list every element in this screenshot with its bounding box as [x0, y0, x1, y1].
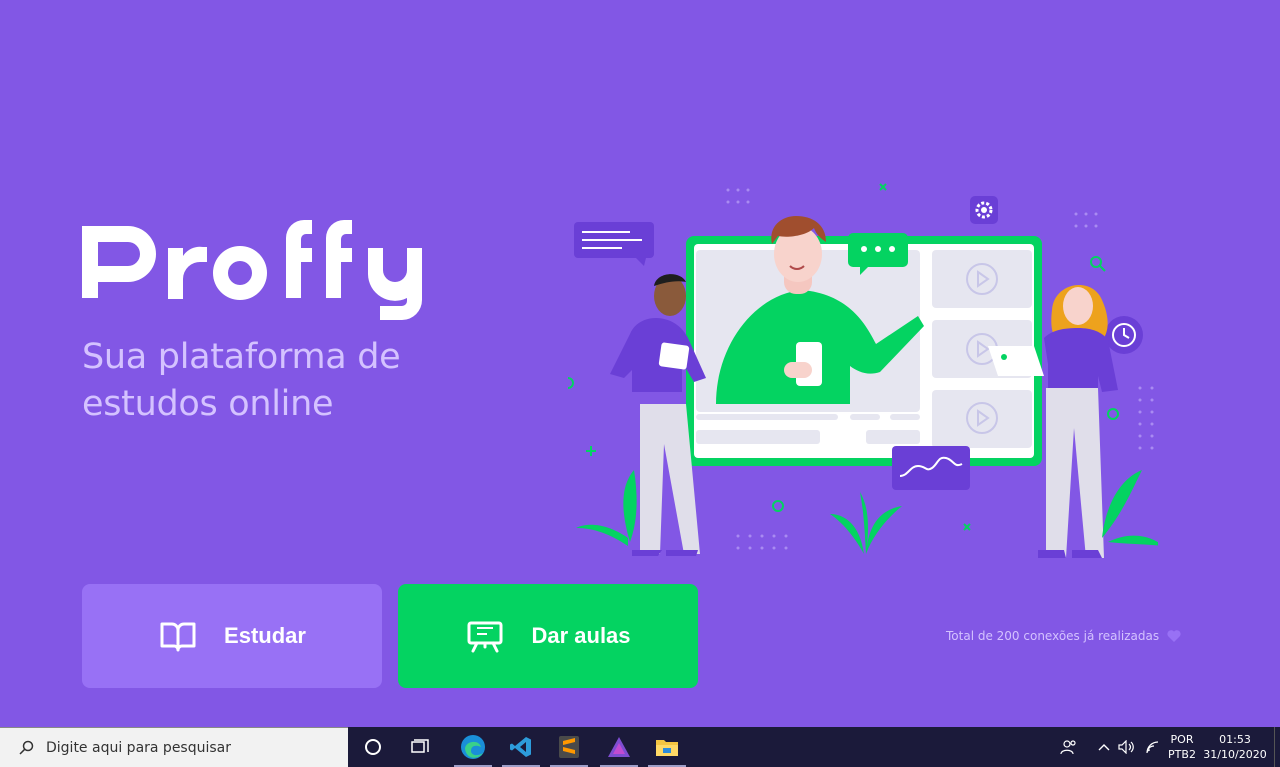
network-button[interactable] — [1142, 727, 1164, 767]
tagline: Sua plataforma de estudos online — [82, 334, 502, 428]
language-code: POR — [1170, 733, 1194, 746]
file-explorer-taskbar-button[interactable] — [644, 727, 690, 767]
search-icon — [19, 740, 34, 755]
total-connections: Total de 200 conexões já realizadas — [946, 627, 1196, 645]
taskbar-search-box[interactable]: Digite aqui para pesquisar — [0, 727, 348, 767]
taskbar-search-placeholder: Digite aqui para pesquisar — [46, 739, 232, 756]
study-button-label: Estudar — [224, 623, 306, 648]
cortana-icon — [365, 739, 381, 755]
tagline-line-2: estudos online — [82, 384, 334, 424]
show-hidden-icons-button[interactable] — [1094, 727, 1114, 767]
cortana-button[interactable] — [350, 727, 396, 767]
volume-button[interactable] — [1116, 727, 1138, 767]
tagline-line-1: Sua plataforma de — [82, 337, 401, 377]
study-button[interactable]: Estudar — [82, 584, 382, 688]
give-classes-button-label: Dar aulas — [531, 623, 631, 648]
proffy-logo — [82, 220, 422, 320]
total-connections-text: Total de 200 conexões já realizadas — [946, 629, 1160, 643]
show-desktop-button[interactable] — [1274, 727, 1280, 767]
task-view-icon — [411, 739, 429, 753]
people-icon — [1060, 740, 1076, 755]
sublime-icon — [559, 736, 579, 758]
chevron-up-icon — [1098, 744, 1110, 751]
affinity-taskbar-button[interactable] — [596, 727, 642, 767]
give-classes-button[interactable]: Dar aulas — [398, 584, 698, 688]
clock-button[interactable]: 01:53 31/10/2020 — [1202, 727, 1268, 767]
task-view-button[interactable] — [398, 727, 444, 767]
people-button[interactable] — [1056, 727, 1082, 767]
file-explorer-icon — [656, 740, 678, 756]
clock-time: 01:53 — [1219, 733, 1251, 746]
heart-icon — [1167, 630, 1181, 642]
volume-icon — [1118, 740, 1134, 754]
edge-taskbar-button[interactable] — [450, 727, 496, 767]
book-open-icon — [160, 622, 196, 652]
clock-date: 31/10/2020 — [1203, 748, 1267, 761]
affinity-icon — [608, 737, 630, 757]
keyboard-layout: PTB2 — [1168, 748, 1196, 761]
hero-illustration — [568, 183, 1158, 558]
sublime-taskbar-button[interactable] — [546, 727, 592, 767]
presentation-board-icon — [467, 621, 503, 653]
vscode-taskbar-button[interactable] — [498, 727, 544, 767]
input-language-button[interactable]: POR PTB2 — [1164, 727, 1200, 767]
proffy-landing-page: Sua plataforma de estudos online Estudar… — [0, 0, 1280, 727]
windows-taskbar: Digite aqui para pesquisar POR PTB2 01:5… — [0, 727, 1280, 767]
wifi-icon — [1146, 741, 1159, 754]
vscode-icon — [510, 737, 531, 757]
edge-icon — [461, 735, 485, 759]
